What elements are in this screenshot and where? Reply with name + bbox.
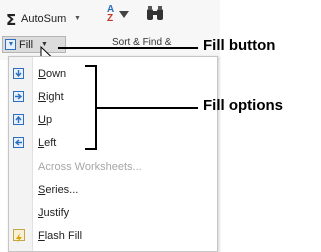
- flash-fill-icon: [13, 229, 25, 243]
- filter-funnel-icon[interactable]: [119, 11, 129, 18]
- fill-right-icon: [13, 91, 24, 102]
- autosum-icon[interactable]: Σ: [6, 11, 16, 29]
- fill-button-label: Fill: [19, 39, 34, 51]
- sort-z-glyph: Z: [107, 13, 114, 24]
- menu-item-right[interactable]: Right: [38, 91, 64, 103]
- autosum-button[interactable]: AutoSum: [21, 13, 66, 25]
- menu-item-down[interactable]: Down: [38, 68, 66, 80]
- fill-button-callout-line: [58, 47, 198, 49]
- fill-down-icon: [13, 68, 24, 79]
- menu-icon-gutter: [9, 57, 33, 251]
- fill-options-callout: Fill options: [203, 97, 283, 114]
- fill-button[interactable]: Fill ▼: [2, 36, 66, 53]
- menu-item-justify[interactable]: Justify: [38, 207, 69, 219]
- menu-item-across-worksheets: Across Worksheets...: [38, 161, 142, 173]
- menu-item-series[interactable]: Series...: [38, 184, 78, 196]
- fill-button-callout: Fill button: [203, 37, 276, 54]
- fill-options-bracket-bottom: [85, 148, 97, 150]
- fill-dropdown-menu: [8, 56, 218, 252]
- fill-left-icon: [13, 137, 24, 148]
- fill-options-callout-line: [95, 107, 198, 109]
- fill-up-icon: [13, 114, 24, 125]
- autosum-dropdown-icon[interactable]: ▼: [74, 15, 81, 22]
- menu-item-left[interactable]: Left: [38, 137, 56, 149]
- fill-down-icon: [5, 39, 16, 50]
- menu-item-flash-fill[interactable]: Flash Fill: [38, 230, 82, 242]
- menu-item-up[interactable]: Up: [38, 114, 52, 126]
- find-select-icon[interactable]: [146, 6, 164, 22]
